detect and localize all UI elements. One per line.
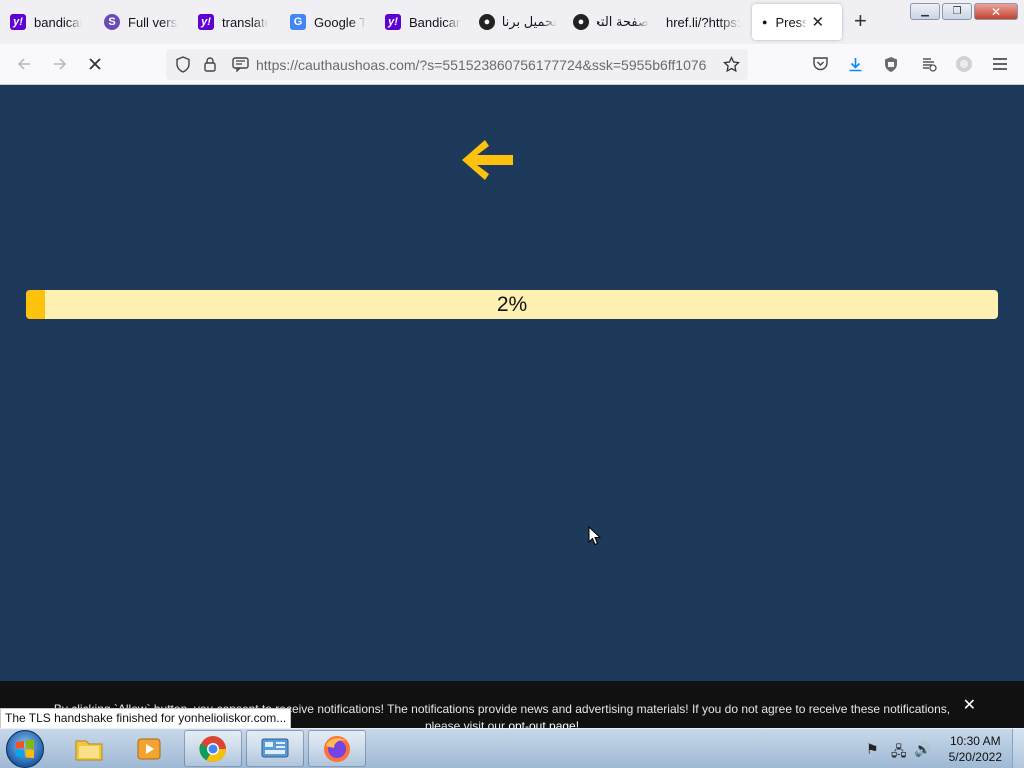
- firefox-icon: [324, 735, 350, 762]
- close-icon[interactable]: ✕: [963, 697, 976, 714]
- volume-icon[interactable]: 🔊: [914, 741, 931, 758]
- permissions-icon[interactable]: [229, 53, 251, 75]
- tab-translate[interactable]: y! translate: [198, 4, 268, 40]
- opt-out-link[interactable]: opt-out page!: [508, 719, 579, 728]
- media-player-icon: [137, 738, 161, 759]
- tab-label: Full version: [128, 14, 178, 30]
- window-controls: ▁ ❐ ✕: [910, 3, 1018, 20]
- taskbar-chrome[interactable]: [184, 730, 242, 767]
- tab-href-li[interactable]: href.li/?https://: [666, 4, 742, 40]
- chrome-icon: [199, 735, 227, 762]
- folder-icon: [75, 740, 103, 760]
- new-tab-button[interactable]: +: [854, 10, 867, 32]
- tab-label: href.li/?https://: [666, 14, 742, 30]
- progress-percent: 2%: [496, 292, 528, 316]
- menu-hamburger-icon[interactable]: [989, 53, 1011, 75]
- clock-time: 10:30 AM: [949, 734, 1001, 748]
- extension-icon[interactable]: [917, 53, 939, 75]
- minimize-button[interactable]: ▁: [910, 3, 940, 20]
- forward-button[interactable]: [49, 53, 71, 75]
- tab-bandicam[interactable]: y! bandicam: [10, 4, 82, 40]
- taskbar: ⚑ 🖧 🔊 10:30 AM 5/20/2022: [0, 728, 1024, 768]
- navigation-toolbar: https://cauthaushoas.com/?s=551523860756…: [0, 44, 1024, 85]
- tab-arabic-2[interactable]: ● صفحة التحميل: [573, 4, 649, 40]
- stop-loading-button[interactable]: [84, 53, 106, 75]
- progress-bar: 2%: [26, 290, 998, 319]
- tab-label: Google Translate: [314, 14, 366, 30]
- clock-date: 5/20/2022: [948, 750, 1002, 764]
- tracking-protection-icon[interactable]: [172, 53, 194, 75]
- tab-full-version[interactable]: S Full version: [104, 4, 178, 40]
- restore-button[interactable]: ❐: [942, 3, 972, 20]
- show-desktop-button[interactable]: [1012, 729, 1024, 768]
- tab-label: translate: [222, 14, 268, 30]
- stop-icon: [89, 58, 101, 70]
- extension-shield-icon[interactable]: [880, 53, 902, 75]
- tab-arabic-1[interactable]: ● تحميل برنامج: [479, 4, 557, 40]
- mouse-cursor-icon: [588, 526, 602, 546]
- tab-label: Bandicam: [409, 14, 461, 30]
- yahoo-icon: y!: [385, 14, 401, 30]
- start-button[interactable]: [6, 730, 44, 768]
- windows-logo-icon: [16, 739, 34, 759]
- tab-bandicam-2[interactable]: y! Bandicam: [385, 4, 461, 40]
- close-window-button[interactable]: ✕: [974, 3, 1018, 20]
- back-button[interactable]: [13, 53, 35, 75]
- lock-icon[interactable]: [199, 53, 221, 75]
- arrow-left-icon: [462, 140, 513, 180]
- taskbar-control-panel[interactable]: [246, 730, 304, 767]
- address-bar[interactable]: https://cauthaushoas.com/?s=551523860756…: [166, 49, 748, 80]
- site-icon: ●: [573, 14, 589, 30]
- tab-label: تحميل برنامج: [503, 14, 557, 29]
- downloads-icon[interactable]: [844, 53, 866, 75]
- arrow-right-icon: [54, 58, 67, 70]
- site-icon: ●: [479, 14, 495, 30]
- status-panel: The TLS handshake finished for yonheliol…: [0, 708, 292, 729]
- s-site-icon: S: [104, 14, 120, 30]
- taskbar-firefox[interactable]: [308, 730, 366, 767]
- close-tab-icon[interactable]: ✕: [811, 13, 824, 31]
- tab-label: صفحة التحميل: [597, 14, 649, 29]
- tab-label: bandicam: [34, 14, 82, 30]
- google-translate-icon: G: [290, 14, 306, 30]
- bookmark-star-icon[interactable]: [720, 53, 742, 75]
- pocket-icon[interactable]: [809, 53, 831, 75]
- url-text: https://cauthaushoas.com/?s=551523860756…: [256, 57, 707, 73]
- account-icon[interactable]: [953, 53, 975, 75]
- system-clock[interactable]: 10:30 AM 5/20/2022: [949, 733, 1002, 765]
- yahoo-icon: y!: [10, 14, 26, 30]
- tab-press-allow[interactable]: ● Press Allow ✕: [752, 4, 842, 40]
- tab-label: Press Allow: [775, 14, 808, 30]
- tab-strip: y! bandicam S Full version y! translate …: [0, 0, 1024, 44]
- taskbar-media-player[interactable]: [120, 730, 178, 767]
- yahoo-icon: y!: [198, 14, 214, 30]
- loading-dot-icon: ●: [762, 17, 768, 27]
- control-panel-icon: [261, 738, 289, 757]
- page-content: 2%: [0, 85, 1024, 681]
- network-icon[interactable]: 🖧: [891, 741, 907, 765]
- action-center-flag-icon[interactable]: ⚑: [866, 741, 879, 758]
- taskbar-explorer[interactable]: [60, 730, 118, 767]
- tab-google-translate[interactable]: G Google Translate: [290, 4, 366, 40]
- arrow-left-icon: [17, 58, 30, 70]
